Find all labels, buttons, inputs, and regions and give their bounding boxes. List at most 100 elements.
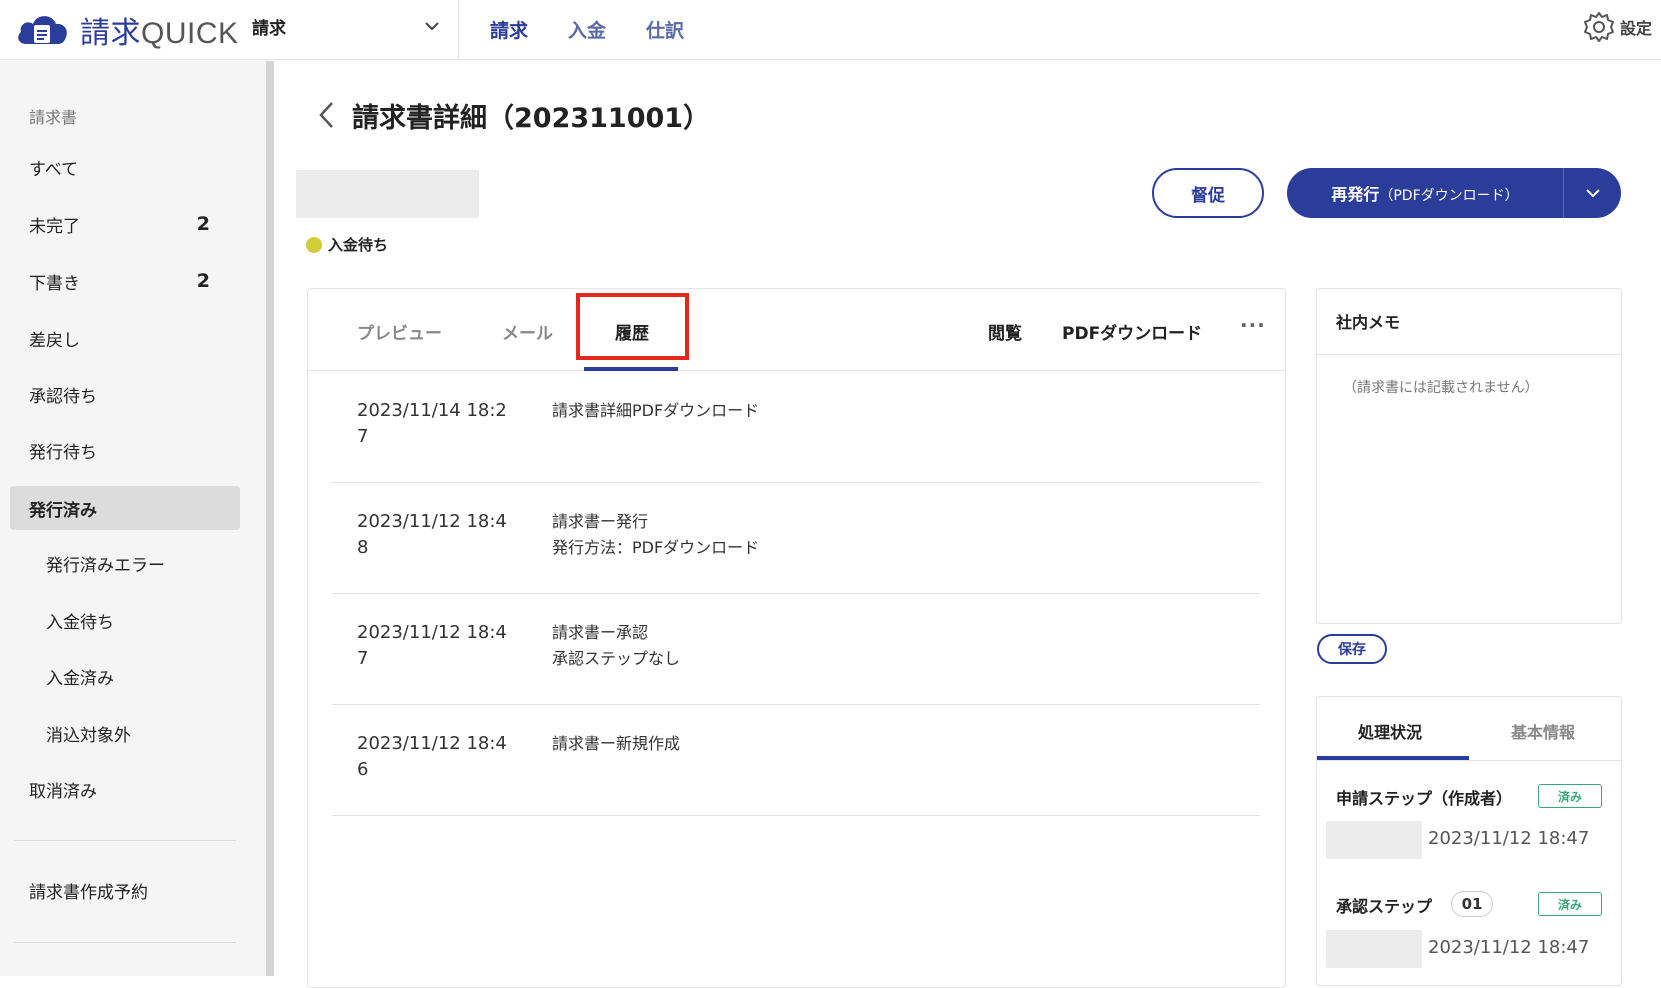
status-dot-icon — [306, 236, 322, 253]
sidebar-item-awaiting-payment[interactable]: 入金待ち — [10, 598, 240, 642]
sidebar-heading: 請求書 — [29, 108, 78, 127]
sidebar-item-label: 入金待ち — [46, 612, 114, 633]
history-row: 2023/11/12 18:47 請求書ー承認 承認ステップなし — [332, 594, 1260, 705]
detail-tabs: プレビュー メール 履歴 閲覧 PDFダウンロード ··· — [308, 289, 1285, 371]
reissue-dropdown-button[interactable] — [1564, 185, 1621, 201]
sidebar-item-count: 2 — [196, 270, 210, 292]
reissue-button[interactable]: 再発行（PDFダウンロード） — [1287, 181, 1563, 205]
sidebar-item-awaiting-approval[interactable]: 承認待ち — [10, 372, 240, 416]
sidebar-item-issued[interactable]: 発行済み — [10, 486, 240, 530]
sidebar-scrollbar[interactable] — [266, 61, 274, 976]
sidebar-item-label: 入金済み — [46, 668, 114, 689]
sidebar-item-label: 取消済み — [29, 781, 97, 802]
history-description: 請求書詳細PDFダウンロード — [552, 398, 759, 424]
view-link[interactable]: 閲覧 — [988, 319, 1022, 344]
sidebar-item-label: 未完了 — [29, 216, 80, 237]
history-description: 請求書ー発行 発行方法：PDFダウンロード — [552, 509, 759, 561]
status-label: 入金待ち — [328, 236, 389, 254]
topnav-item-payment[interactable]: 入金 — [568, 16, 606, 43]
tab-mail[interactable]: メール — [502, 319, 553, 344]
app-selector[interactable]: 請求 — [252, 14, 442, 44]
header-divider — [458, 0, 459, 60]
sidebar-item-issued-error[interactable]: 発行済みエラー — [10, 541, 240, 585]
history-date: 2023/11/12 18:48 — [357, 511, 507, 558]
sidebar-item-draft[interactable]: 下書き 2 — [10, 259, 240, 303]
sidebar-item-label: 下書き — [29, 273, 80, 294]
pdf-download-link[interactable]: PDFダウンロード — [1062, 319, 1202, 344]
step-number: 01 — [1451, 891, 1493, 917]
cloud-document-logo-icon[interactable] — [14, 8, 70, 48]
sidebar-item-label: 発行済みエラー — [46, 555, 165, 576]
history-date: 2023/11/12 18:47 — [357, 622, 507, 669]
sidebar-item-returned[interactable]: 差戻し — [10, 316, 240, 360]
status-tab-underline — [1317, 756, 1469, 760]
history-desc-line: 発行方法：PDFダウンロード — [552, 538, 760, 557]
sidebar-item-label: 発行待ち — [29, 442, 97, 463]
sidebar-item-all[interactable]: すべて — [10, 145, 240, 189]
step-user-placeholder — [1326, 821, 1422, 859]
sidebar-item-cancelled[interactable]: 取消済み — [10, 767, 240, 811]
brand-main: 請求 — [80, 17, 141, 50]
settings-label: 設定 — [1620, 19, 1653, 38]
step-label: 申請ステップ（作成者） — [1336, 789, 1513, 808]
memo-divider — [1317, 354, 1621, 355]
history-date: 2023/11/12 18:46 — [357, 733, 507, 780]
app-header: 請求QUICK 請求 請求 入金 仕訳 設定 — [0, 0, 1661, 60]
tab-active-underline — [584, 367, 678, 371]
status-badge: 入金待ち — [306, 234, 388, 255]
brand-logo[interactable]: 請求QUICK — [80, 8, 239, 52]
history-date: 2023/11/14 18:27 — [357, 400, 507, 447]
memo-textarea[interactable]: （請求書には記載されません） — [1343, 377, 1539, 397]
topnav-item-journal[interactable]: 仕訳 — [646, 16, 684, 43]
detail-panel: プレビュー メール 履歴 閲覧 PDFダウンロード ··· 2023/11/14… — [307, 288, 1286, 988]
history-desc-line: 請求書ー新規作成 — [552, 734, 681, 753]
top-navigation: 請求 入金 仕訳 — [490, 16, 684, 43]
tab-basic-info[interactable]: 基本情報 — [1511, 719, 1575, 743]
step-user-placeholder — [1326, 930, 1422, 968]
step-label: 承認ステップ — [1336, 897, 1433, 916]
history-row: 2023/11/12 18:46 請求書ー新規作成 — [332, 705, 1260, 816]
sidebar-item-awaiting-issue[interactable]: 発行待ち — [10, 428, 240, 472]
history-row: 2023/11/14 18:27 請求書詳細PDFダウンロード — [332, 372, 1260, 483]
tab-process-status[interactable]: 処理状況 — [1358, 719, 1422, 743]
step-done-badge: 済み — [1538, 892, 1602, 916]
sidebar-item-paid[interactable]: 入金済み — [10, 654, 240, 698]
chevron-down-icon — [1585, 189, 1600, 198]
sidebar-item-label: すべて — [29, 159, 79, 180]
process-status-card: 処理状況 基本情報 申請ステップ（作成者） 済み 2023/11/12 18:4… — [1316, 696, 1622, 986]
sidebar-item-label: 承認待ち — [29, 386, 97, 407]
internal-memo-card: 社内メモ （請求書には記載されません） — [1316, 288, 1622, 624]
app-selector-label: 請求 — [252, 19, 286, 39]
memo-title: 社内メモ — [1336, 313, 1401, 332]
back-arrow-icon[interactable] — [316, 100, 338, 130]
tab-history-highlight — [576, 293, 689, 360]
save-memo-button[interactable]: 保存 — [1317, 634, 1387, 664]
status-card-divider — [1317, 760, 1621, 761]
sidebar-divider — [14, 840, 236, 841]
sidebar-item-label: 差戻し — [29, 330, 80, 351]
sidebar-item-label: 発行済み — [29, 500, 97, 521]
tab-preview[interactable]: プレビュー — [357, 319, 442, 344]
more-options-icon[interactable]: ··· — [1240, 313, 1266, 337]
sidebar-item-scheduled[interactable]: 請求書作成予約 — [10, 868, 240, 912]
remind-button[interactable]: 督促 — [1152, 168, 1264, 218]
topnav-item-billing[interactable]: 請求 — [490, 16, 528, 43]
history-row: 2023/11/12 18:48 請求書ー発行 発行方法：PDFダウンロード — [332, 483, 1260, 594]
reissue-label: 再発行 — [1331, 185, 1380, 204]
history-desc-line: 請求書詳細PDFダウンロード — [552, 401, 760, 420]
recipient-placeholder — [296, 170, 479, 218]
history-desc-line: 承認ステップなし — [552, 649, 681, 668]
sidebar-divider — [14, 942, 236, 943]
page-title: 請求書詳細（202311001） — [352, 103, 711, 134]
history-desc-line: 請求書ー承認 — [552, 623, 649, 642]
step-time: 2023/11/12 18:47 — [1428, 828, 1590, 849]
step-time: 2023/11/12 18:47 — [1428, 937, 1590, 958]
sidebar-item-incomplete[interactable]: 未完了 2 — [10, 202, 240, 246]
sidebar-item-excluded[interactable]: 消込対象外 — [10, 711, 240, 755]
reissue-button-group: 再発行（PDFダウンロード） — [1287, 168, 1621, 218]
settings-button[interactable]: 設定 — [1582, 10, 1652, 44]
reissue-sub-label: （PDFダウンロード） — [1379, 188, 1519, 204]
chevron-down-icon — [425, 22, 439, 31]
gear-icon — [1584, 12, 1614, 42]
sidebar-item-label: 消込対象外 — [46, 725, 131, 746]
